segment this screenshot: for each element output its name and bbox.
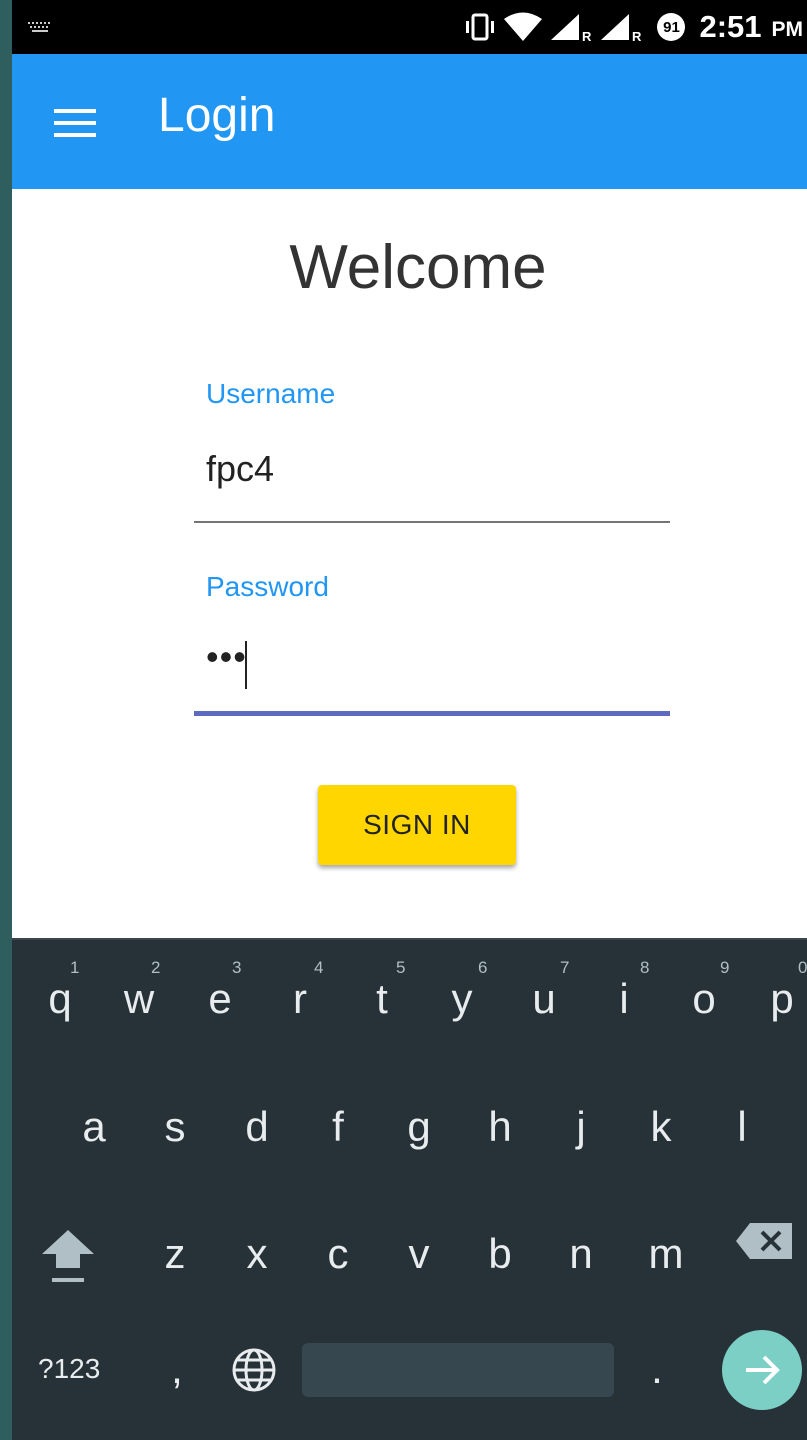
globe-icon[interactable] [230, 1346, 278, 1394]
key-c[interactable]: c [318, 1233, 358, 1275]
wifi-icon [504, 12, 543, 41]
app-bar: Login [12, 54, 807, 189]
key-g[interactable]: g [399, 1106, 439, 1148]
key-v[interactable]: v [399, 1233, 439, 1275]
key-comma[interactable]: , [162, 1348, 192, 1390]
key-period[interactable]: . [642, 1348, 672, 1390]
keyboard-divider [12, 938, 807, 940]
svg-text:R: R [632, 29, 642, 42]
password-field[interactable]: ••• [206, 636, 666, 678]
battery-icon: 91 [657, 13, 686, 41]
key-y[interactable]: 6 y [442, 958, 488, 1020]
username-field[interactable]: fpc4 [206, 448, 666, 490]
key-r[interactable]: 4 r [280, 958, 323, 1020]
shift-icon[interactable] [40, 1226, 96, 1290]
password-underline [194, 711, 670, 716]
key-e[interactable]: 3 e [200, 958, 241, 1020]
key-l[interactable]: l [722, 1106, 762, 1148]
welcome-heading: Welcome [289, 233, 547, 302]
username-underline [194, 521, 670, 523]
signal-roaming-icon: R [551, 14, 592, 42]
status-time: 2:51 [699, 9, 762, 44]
backspace-icon[interactable] [736, 1221, 794, 1261]
sign-in-button[interactable]: SIGN IN [318, 785, 516, 865]
signal-roaming-icon: R [601, 14, 642, 42]
svg-text:R: R [582, 29, 592, 42]
key-o[interactable]: 9 o [684, 958, 729, 1020]
key-w[interactable]: 2 w [119, 958, 161, 1020]
vibrate-icon [466, 13, 495, 41]
key-x[interactable]: x [237, 1233, 277, 1275]
text-cursor [245, 641, 247, 689]
username-label: Username [206, 378, 336, 409]
key-q[interactable]: 1 q [40, 958, 80, 1020]
space-bar[interactable] [302, 1343, 614, 1397]
key-i[interactable]: 8 i [604, 958, 649, 1020]
key-h[interactable]: h [480, 1106, 520, 1148]
symbols-key[interactable]: ?123 [38, 1353, 100, 1385]
phone-screen: R R 91 2:51 PM Login Welcome Username fp… [12, 0, 807, 1440]
key-k[interactable]: k [641, 1106, 681, 1148]
key-b[interactable]: b [480, 1233, 520, 1275]
key-j[interactable]: j [561, 1106, 601, 1148]
key-f[interactable]: f [318, 1106, 358, 1148]
key-z[interactable]: z [155, 1233, 195, 1275]
key-m[interactable]: m [641, 1233, 691, 1275]
status-bar: R R 91 2:51 PM [12, 0, 807, 54]
key-t[interactable]: 5 t [362, 958, 405, 1020]
key-u[interactable]: 7 u [524, 958, 569, 1020]
key-d[interactable]: d [237, 1106, 277, 1148]
key-a[interactable]: a [74, 1106, 114, 1148]
key-s[interactable]: s [155, 1106, 195, 1148]
enter-button[interactable] [722, 1330, 802, 1410]
app-title: Login [158, 89, 276, 142]
key-n[interactable]: n [561, 1233, 601, 1275]
soft-keyboard: 1 q 2 w 3 e 4 r 5 t 6 y 7 u 8 i 9 o 0 p … [12, 938, 807, 1440]
keyboard-indicator-icon [28, 22, 54, 36]
key-p[interactable]: 0 p [762, 958, 807, 1020]
status-ampm: PM [771, 18, 804, 41]
arrow-right-icon [746, 1355, 780, 1385]
status-icons: R R 91 2:51 PM [463, 0, 807, 54]
password-label: Password [206, 571, 329, 602]
hamburger-menu-icon[interactable] [54, 109, 96, 137]
